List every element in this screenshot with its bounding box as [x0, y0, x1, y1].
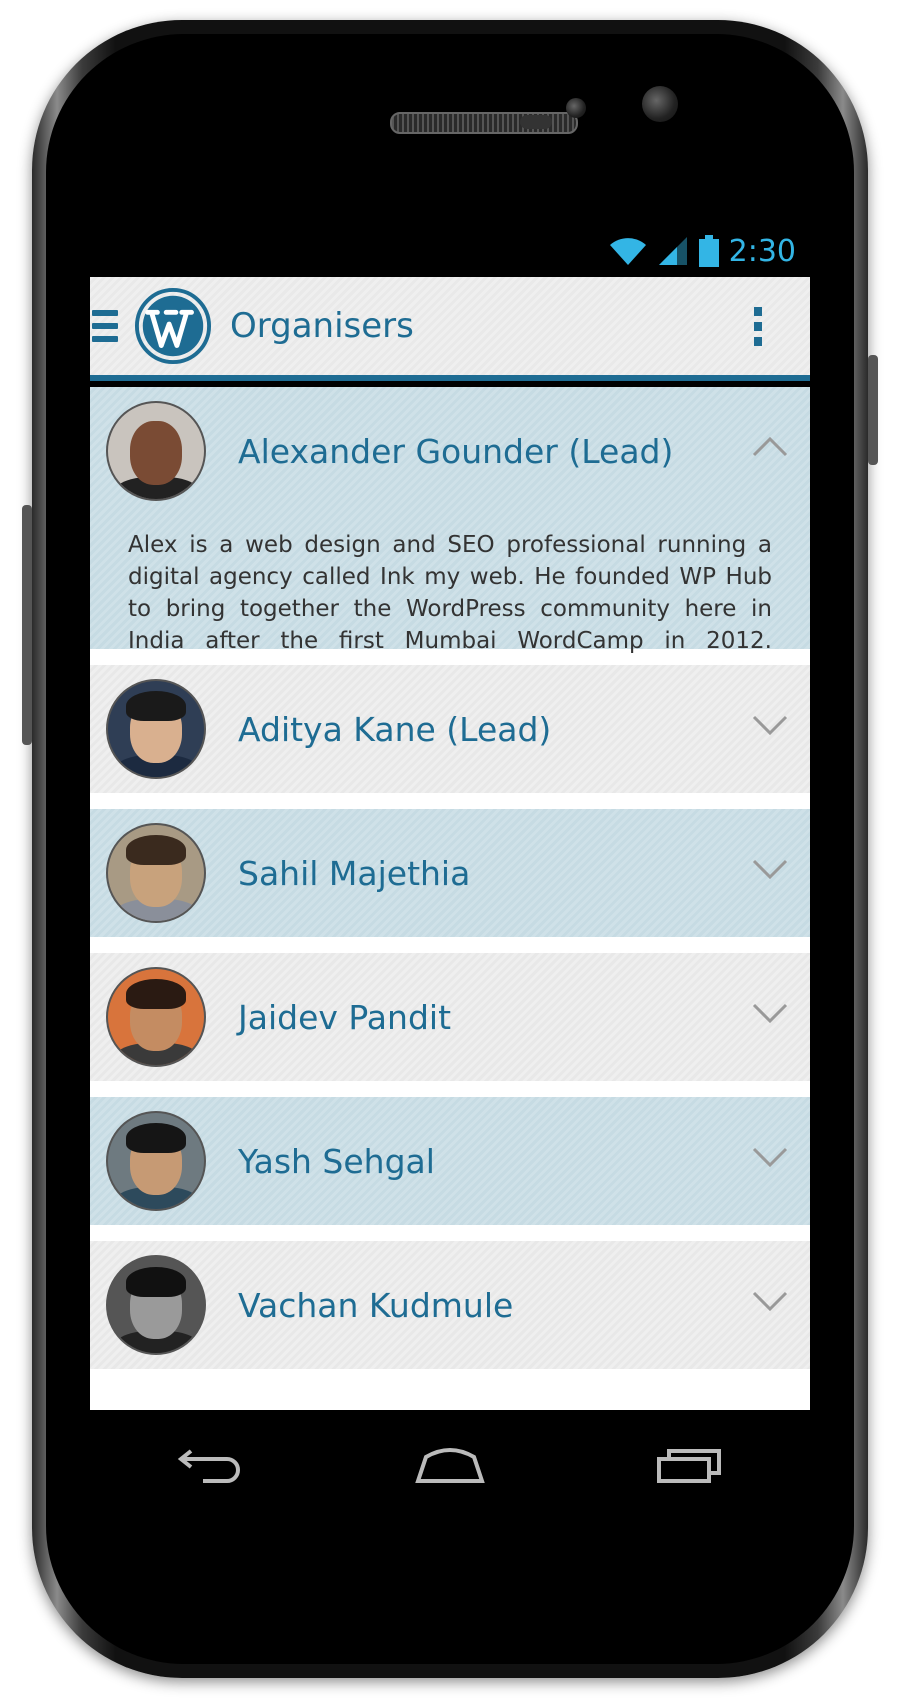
- organiser-header[interactable]: Alexander Gounder (Lead): [90, 387, 810, 515]
- status-time: 2:30: [728, 233, 796, 269]
- organiser-bio: Alex is a web design and SEO professiona…: [128, 532, 772, 654]
- chevron-down-icon[interactable]: [752, 1289, 788, 1311]
- avatar: [106, 1255, 206, 1355]
- chevron-down-icon[interactable]: [752, 1145, 788, 1167]
- signal-icon: [658, 237, 687, 265]
- organiser-card[interactable]: Sahil Majethia: [90, 809, 810, 937]
- organiser-name: Jaidev Pandit: [238, 997, 452, 1037]
- organiser-header[interactable]: Sahil Majethia: [90, 809, 810, 937]
- chevron-down-icon[interactable]: [752, 713, 788, 735]
- organiser-card[interactable]: Aditya Kane (Lead): [90, 665, 810, 793]
- front-camera-lens: [642, 86, 678, 122]
- chevron-down-icon[interactable]: [752, 857, 788, 879]
- avatar: [106, 679, 206, 779]
- home-icon: [415, 1448, 485, 1483]
- chevron-up-icon[interactable]: [752, 435, 788, 457]
- chevron-down-icon[interactable]: [752, 1001, 788, 1023]
- status-bar: 2:30: [90, 225, 810, 277]
- action-bar: Organisers: [90, 277, 810, 381]
- device-screen: 2:30 Organisers Alexander Gounder (Lead): [90, 225, 810, 1410]
- organiser-name: Aditya Kane (Lead): [238, 709, 552, 749]
- wordpress-logo[interactable]: [134, 287, 212, 365]
- organiser-header[interactable]: Vachan Kudmule: [90, 1241, 810, 1369]
- avatar: [106, 967, 206, 1067]
- back-icon: [177, 1449, 240, 1483]
- wifi-icon: [609, 238, 646, 265]
- avatar: [106, 823, 206, 923]
- avatar: [106, 401, 206, 501]
- hamburger-menu-icon[interactable]: [92, 310, 118, 342]
- organiser-name: Sahil Majethia: [238, 853, 471, 893]
- organiser-name: Alexander Gounder (Lead): [238, 431, 674, 471]
- organiser-header[interactable]: Yash Sehgal: [90, 1097, 810, 1225]
- avatar: [106, 1111, 206, 1211]
- organiser-card[interactable]: Vachan Kudmule: [90, 1241, 810, 1369]
- organiser-card[interactable]: Jaidev Pandit: [90, 953, 810, 1081]
- organiser-card[interactable]: Yash Sehgal: [90, 1097, 810, 1225]
- proximity-sensor: [520, 115, 552, 129]
- volume-button[interactable]: [22, 505, 32, 745]
- organiser-name: Yash Sehgal: [238, 1141, 435, 1181]
- front-camera: [566, 98, 586, 118]
- recent-apps-button[interactable]: [650, 1440, 730, 1490]
- organiser-name: Vachan Kudmule: [238, 1285, 514, 1325]
- power-button[interactable]: [868, 355, 878, 465]
- home-button[interactable]: [410, 1440, 490, 1490]
- battery-icon: [698, 235, 719, 267]
- back-button[interactable]: [170, 1440, 250, 1490]
- overflow-menu-icon[interactable]: [754, 306, 762, 346]
- organisers-list: Alexander Gounder (Lead) Alex is a web d…: [90, 387, 810, 1410]
- page-title: Organisers: [230, 306, 414, 346]
- recent-apps-icon: [657, 1449, 721, 1483]
- organiser-header[interactable]: Jaidev Pandit: [90, 953, 810, 1081]
- navigation-bar: [90, 1410, 810, 1520]
- organiser-card[interactable]: Alexander Gounder (Lead) Alex is a web d…: [90, 387, 810, 654]
- organiser-header[interactable]: Aditya Kane (Lead): [90, 665, 810, 793]
